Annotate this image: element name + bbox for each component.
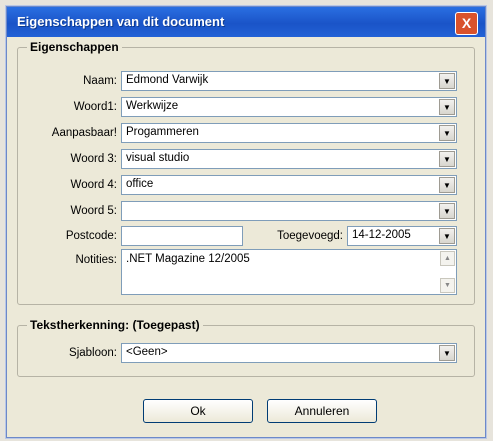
woord1-dropdown[interactable]: Werkwijze ▼	[121, 97, 457, 117]
close-icon[interactable]: X	[455, 12, 478, 35]
chevron-down-icon[interactable]: ▼	[439, 177, 455, 193]
field-label-woord1: Woord1:	[73, 101, 117, 113]
scroll-up-icon[interactable]: ▲	[440, 251, 455, 266]
naam-value: Edmond Varwijk	[126, 74, 209, 86]
sjabloon-label: Sjabloon:	[69, 347, 117, 359]
woord1-value: Werkwijze	[126, 100, 179, 112]
window-title: Eigenschappen van dit document	[17, 14, 225, 29]
postcode-input[interactable]	[121, 226, 243, 246]
cancel-button[interactable]: Annuleren	[267, 399, 377, 423]
scroll-down-icon[interactable]: ▼	[440, 278, 455, 293]
chevron-down-icon[interactable]: ▼	[439, 125, 455, 141]
recognition-legend: Tekstherkenning: (Toegepast)	[27, 318, 203, 332]
field-label-woord3: Woord 3:	[70, 153, 117, 165]
properties-dialog: Eigenschappen van dit document X Eigensc…	[6, 6, 486, 438]
sjabloon-value: <Geen>	[126, 346, 168, 358]
chevron-down-icon[interactable]: ▼	[439, 99, 455, 115]
chevron-down-icon[interactable]: ▼	[439, 345, 455, 361]
toegevoegd-dropdown[interactable]: 14-12-2005 ▼	[347, 226, 457, 246]
notities-textarea[interactable]: .NET Magazine 12/2005 ▲ ▼	[121, 249, 457, 295]
field-label-naam: Naam:	[83, 75, 117, 87]
chevron-down-icon[interactable]: ▼	[439, 228, 455, 244]
aanpasbaar-value: Progammeren	[126, 126, 199, 138]
toegevoegd-label: Toegevoegd:	[277, 230, 343, 242]
woord3-value: visual studio	[126, 152, 190, 164]
notities-value: .NET Magazine 12/2005	[126, 253, 250, 265]
chevron-down-icon[interactable]: ▼	[439, 151, 455, 167]
field-label-aanpasbaar: Aanpasbaar!	[51, 127, 117, 139]
title-bar[interactable]: Eigenschappen van dit document X	[7, 7, 485, 37]
chevron-down-icon[interactable]: ▼	[439, 203, 455, 219]
sjabloon-dropdown[interactable]: <Geen> ▼	[121, 343, 457, 363]
field-label-woord4: Woord 4:	[70, 179, 117, 191]
toegevoegd-value: 14-12-2005	[352, 229, 411, 241]
ok-button[interactable]: Ok	[143, 399, 253, 423]
woord4-dropdown[interactable]: office ▼	[121, 175, 457, 195]
woord3-dropdown[interactable]: visual studio ▼	[121, 149, 457, 169]
naam-dropdown[interactable]: Edmond Varwijk ▼	[121, 71, 457, 91]
postcode-label: Postcode:	[65, 230, 117, 242]
woord4-value: office	[126, 178, 154, 190]
properties-legend: Eigenschappen	[27, 40, 122, 54]
aanpasbaar-dropdown[interactable]: Progammeren ▼	[121, 123, 457, 143]
field-label-woord5: Woord 5:	[70, 205, 117, 217]
notities-label: Notities:	[75, 254, 117, 266]
chevron-down-icon[interactable]: ▼	[439, 73, 455, 89]
woord5-dropdown[interactable]: ▼	[121, 201, 457, 221]
